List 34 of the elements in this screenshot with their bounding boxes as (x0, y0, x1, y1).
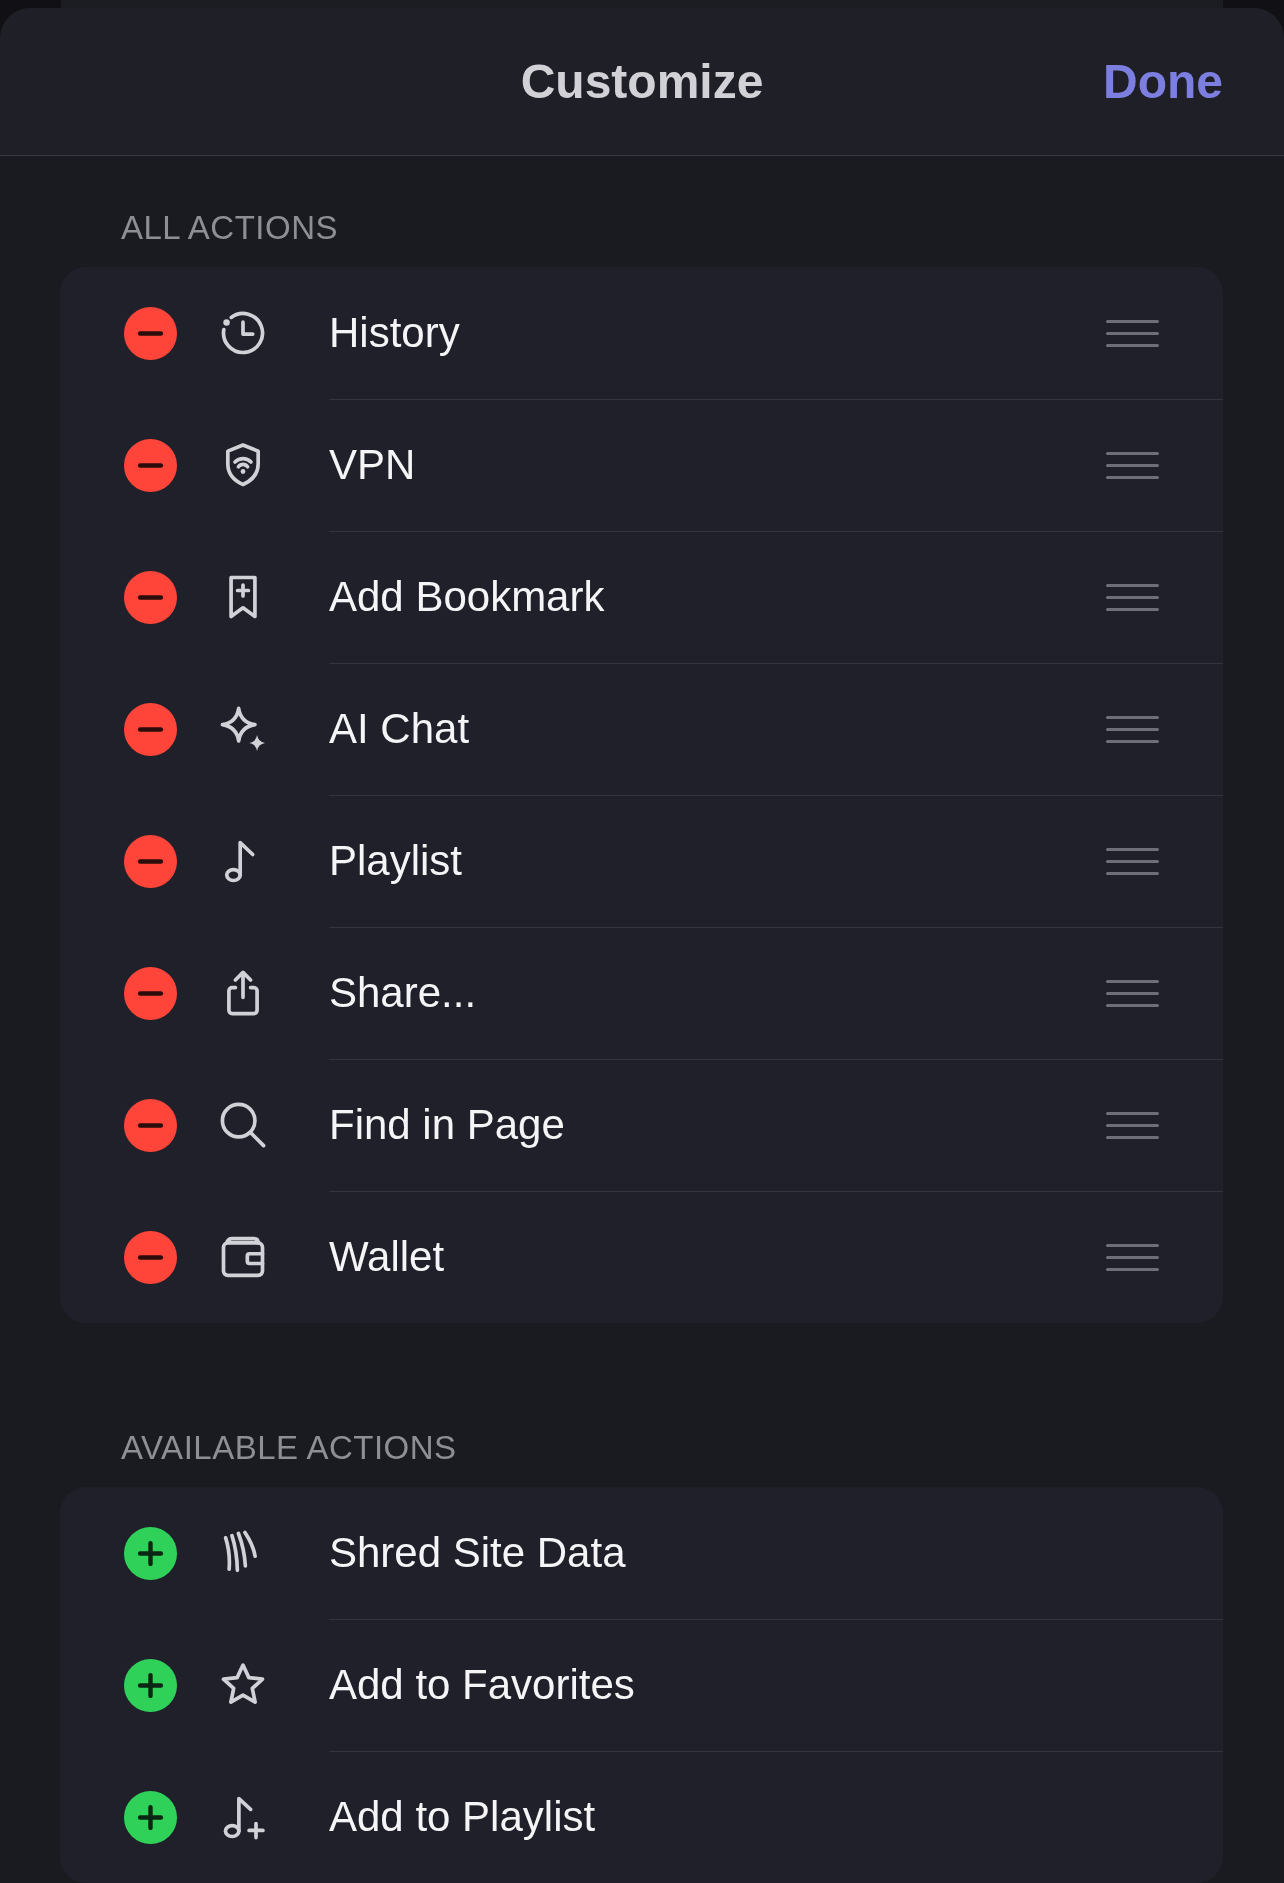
minus-circle-icon[interactable] (124, 570, 177, 624)
action-label: Add Bookmark (329, 572, 606, 623)
drag-handle-icon[interactable] (1106, 848, 1159, 875)
plus-circle-icon[interactable] (124, 1658, 177, 1712)
sheet-title: Customize (520, 53, 764, 110)
minus-circle-icon[interactable] (124, 1098, 177, 1152)
action-label: Playlist (329, 836, 464, 887)
minus-circle-icon[interactable] (124, 702, 177, 756)
action-label: Wallet (329, 1232, 446, 1283)
minus-circle-icon[interactable] (124, 834, 177, 888)
action-label: Add to Favorites (329, 1660, 636, 1711)
minus-circle-icon[interactable] (124, 306, 177, 360)
drag-handle-icon[interactable] (1106, 584, 1159, 611)
drag-handle-icon[interactable] (1106, 1112, 1159, 1139)
action-label: Find in Page (329, 1100, 566, 1151)
section-heading: ALL ACTIONS (121, 208, 339, 248)
minus-circle-icon[interactable] (124, 438, 177, 492)
action-label: Shred Site Data (329, 1527, 627, 1578)
drag-handle-icon[interactable] (1106, 1244, 1159, 1271)
action-label: VPN (329, 440, 417, 491)
minus-circle-icon[interactable] (124, 966, 177, 1020)
drag-handle-icon[interactable] (1106, 980, 1159, 1007)
action-label: Add to Playlist (329, 1792, 597, 1843)
drag-handle-icon[interactable] (1106, 452, 1159, 479)
drag-handle-icon[interactable] (1106, 319, 1159, 347)
plus-circle-icon[interactable] (124, 1526, 177, 1580)
section-heading: AVAILABLE ACTIONS (121, 1428, 457, 1468)
action-label: AI Chat (329, 704, 471, 755)
done-button[interactable]: Done (1103, 52, 1223, 111)
drag-handle-icon[interactable] (1106, 716, 1159, 743)
action-label: History (329, 307, 461, 358)
plus-circle-icon[interactable] (124, 1790, 177, 1844)
action-label: Share... (329, 968, 478, 1019)
minus-circle-icon[interactable] (124, 1230, 177, 1284)
